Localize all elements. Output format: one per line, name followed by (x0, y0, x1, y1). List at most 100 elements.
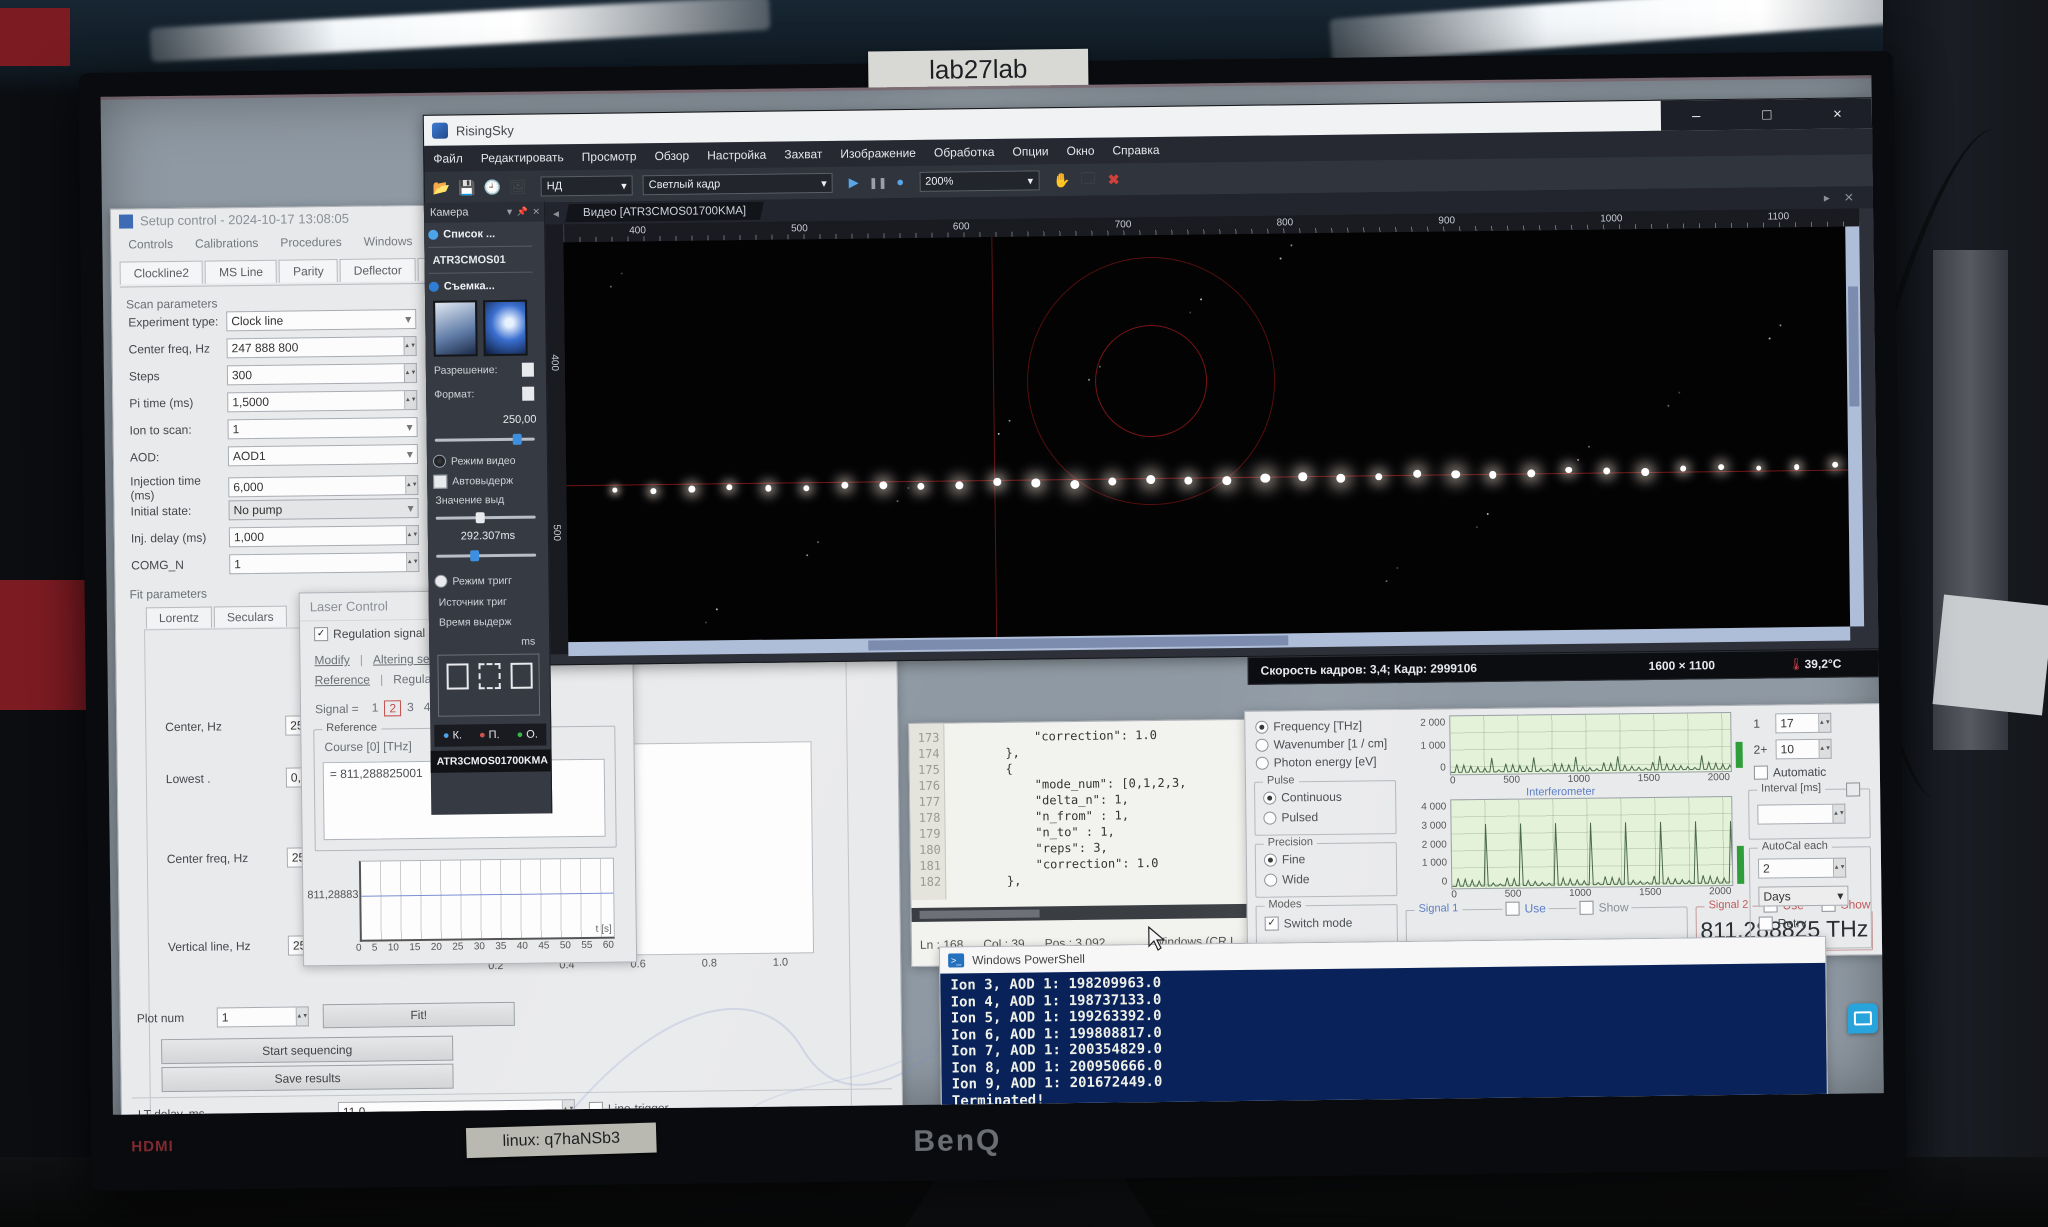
menu-item[interactable]: Опции (1003, 144, 1057, 159)
h-scrollbar[interactable] (912, 903, 1282, 922)
chevron-down-icon[interactable]: ▼ (505, 207, 514, 217)
tab[interactable]: Seculars (214, 606, 287, 628)
snapshot-icon[interactable]: 🗔 (1080, 168, 1095, 192)
k-button[interactable]: ● К. (443, 729, 462, 741)
scroll-thumb[interactable] (920, 909, 1040, 918)
retry-row[interactable]: Retry (1759, 916, 1807, 931)
spinner[interactable]: ▲▼ (405, 390, 417, 410)
ion-to-scan-select[interactable]: 1▾ (227, 417, 417, 439)
menu-item[interactable]: Изображение (831, 146, 925, 161)
fine-radio[interactable] (1264, 853, 1277, 866)
open-folder-icon[interactable]: 📂 (433, 179, 451, 196)
signal1-use-row[interactable]: Use (1502, 901, 1549, 916)
spinner[interactable]: ▲▼ (404, 336, 416, 356)
thumbnail-still[interactable] (433, 300, 478, 357)
trigger-mode-radio[interactable] (434, 575, 447, 588)
fit-button[interactable]: Fit! (323, 1002, 515, 1028)
spinner[interactable]: ▲▼ (405, 363, 417, 383)
roi-select-icon[interactable] (478, 663, 500, 689)
retry-checkbox[interactable] (1759, 916, 1773, 930)
wide-radio-row[interactable]: Wide (1264, 872, 1310, 887)
plot-num-input[interactable]: 1 (217, 1007, 297, 1028)
close-icon[interactable]: ✕ (532, 206, 540, 217)
menu-item[interactable]: Файл (424, 151, 472, 166)
mode-combo[interactable]: НД▾ (541, 175, 633, 196)
tab[interactable]: MS Line (205, 260, 277, 284)
continuous-radio[interactable] (1263, 791, 1276, 804)
experiment-type-select[interactable]: Clock line▾ (226, 309, 416, 331)
roi-icon[interactable] (446, 663, 468, 689)
video-mode-radio[interactable] (433, 455, 446, 468)
signal1-show-row[interactable]: Show (1576, 900, 1631, 915)
zoom-combo[interactable]: 200%▾ (919, 170, 1039, 191)
frequency-radio[interactable] (1255, 720, 1268, 733)
automatic-row[interactable]: Automatic (1754, 765, 1827, 780)
camera-name[interactable]: ATR3CMOS01 (432, 254, 505, 267)
pin-icon[interactable]: 📌 (517, 206, 528, 217)
history-clock-icon[interactable]: 🕘 (483, 178, 501, 195)
signal1-use-checkbox[interactable] (1505, 902, 1519, 916)
image-icon[interactable]: 🖼 (509, 178, 527, 195)
setup-titlebar[interactable]: Setup control - 2024-10-17 13:08:05 (119, 211, 349, 229)
photon-energy-radio[interactable] (1256, 756, 1269, 769)
value2-input[interactable]: 10 (1776, 739, 1820, 760)
menu-item[interactable]: Просмотр (573, 149, 646, 164)
pulsed-radio-row[interactable]: Pulsed (1263, 810, 1318, 825)
save-results-button[interactable]: Save results (161, 1064, 453, 1093)
spinner[interactable]: ▲▼ (407, 552, 419, 572)
spinner[interactable]: ▲▼ (297, 1006, 309, 1026)
switch-mode-checkbox[interactable]: ✓ (1265, 917, 1279, 931)
interval-input[interactable] (1757, 804, 1833, 825)
signal-number[interactable]: 1 (368, 700, 383, 716)
tab[interactable]: Clockline2 (120, 261, 204, 285)
menu-item[interactable]: Обзор (645, 149, 698, 164)
center-freq-input[interactable]: 247 888 800 (226, 336, 404, 358)
unit-radio-row[interactable]: Photon energy [eV] (1256, 754, 1377, 769)
o-button[interactable]: ● О. (516, 729, 537, 741)
play-icon[interactable]: ▶ (849, 175, 859, 191)
slider-thumb[interactable] (476, 512, 485, 523)
auto-exposure-checkbox[interactable] (433, 475, 447, 489)
close-button[interactable]: × (1814, 105, 1860, 123)
regulation-checkbox[interactable]: ✓ (314, 627, 328, 641)
camera-view[interactable] (563, 227, 1850, 643)
frame-type-combo[interactable]: Светлый кадр▾ (643, 173, 833, 195)
signal1-show-checkbox[interactable] (1579, 901, 1593, 915)
pause-icon[interactable]: ❚❚ (869, 176, 888, 189)
roi-full-icon[interactable] (510, 663, 532, 689)
save-icon[interactable]: 💾 (458, 179, 476, 196)
pulsed-radio[interactable] (1263, 811, 1276, 824)
maximize-button[interactable]: □ (1744, 106, 1790, 124)
comg-n-input[interactable]: 1 (229, 552, 407, 574)
menu-item[interactable]: Calibrations (184, 236, 270, 251)
scroll-thumb[interactable] (1848, 286, 1859, 406)
start-sequencing-button[interactable]: Start sequencing (161, 1036, 453, 1065)
menu-item[interactable]: Захват (775, 147, 831, 162)
close-capture-icon[interactable]: ✖ (1108, 171, 1120, 188)
camera-list-button[interactable]: Список ... (428, 228, 495, 241)
unit-radio-row[interactable]: Wavenumber [1 / cm] (1255, 736, 1387, 752)
menu-item[interactable]: Windows (353, 234, 424, 249)
pan-hand-icon[interactable]: ✋ (1053, 172, 1071, 189)
spinner[interactable]: ▲▼ (1833, 804, 1845, 824)
reference-link[interactable]: Reference (315, 673, 371, 688)
menu-item[interactable]: Controls (117, 237, 184, 252)
menu-item[interactable]: Окно (1057, 144, 1103, 159)
notification-bubble-icon[interactable] (1848, 1003, 1878, 1033)
menu-item[interactable]: Справка (1103, 143, 1168, 158)
steps-input[interactable]: 300 (227, 363, 405, 385)
value-chip[interactable] (522, 363, 534, 377)
p-button[interactable]: ● П. (479, 729, 500, 741)
wavenumber-radio[interactable] (1255, 738, 1268, 751)
spinner[interactable]: ▲▼ (406, 475, 418, 495)
initial-state-select[interactable]: No pump▾ (228, 498, 418, 520)
value1-input[interactable]: 17 (1775, 713, 1819, 734)
autocal-input[interactable]: 2 (1758, 858, 1834, 879)
record-icon[interactable]: ⏺ (897, 175, 903, 190)
signal-number[interactable]: 3 (403, 700, 418, 716)
unit-radio-row[interactable]: Frequency [THz] (1255, 718, 1362, 733)
thumbnail-video[interactable] (483, 300, 528, 357)
menu-item[interactable]: Настройка (698, 148, 775, 163)
slider-thumb[interactable] (513, 434, 522, 445)
wide-radio[interactable] (1264, 873, 1277, 886)
